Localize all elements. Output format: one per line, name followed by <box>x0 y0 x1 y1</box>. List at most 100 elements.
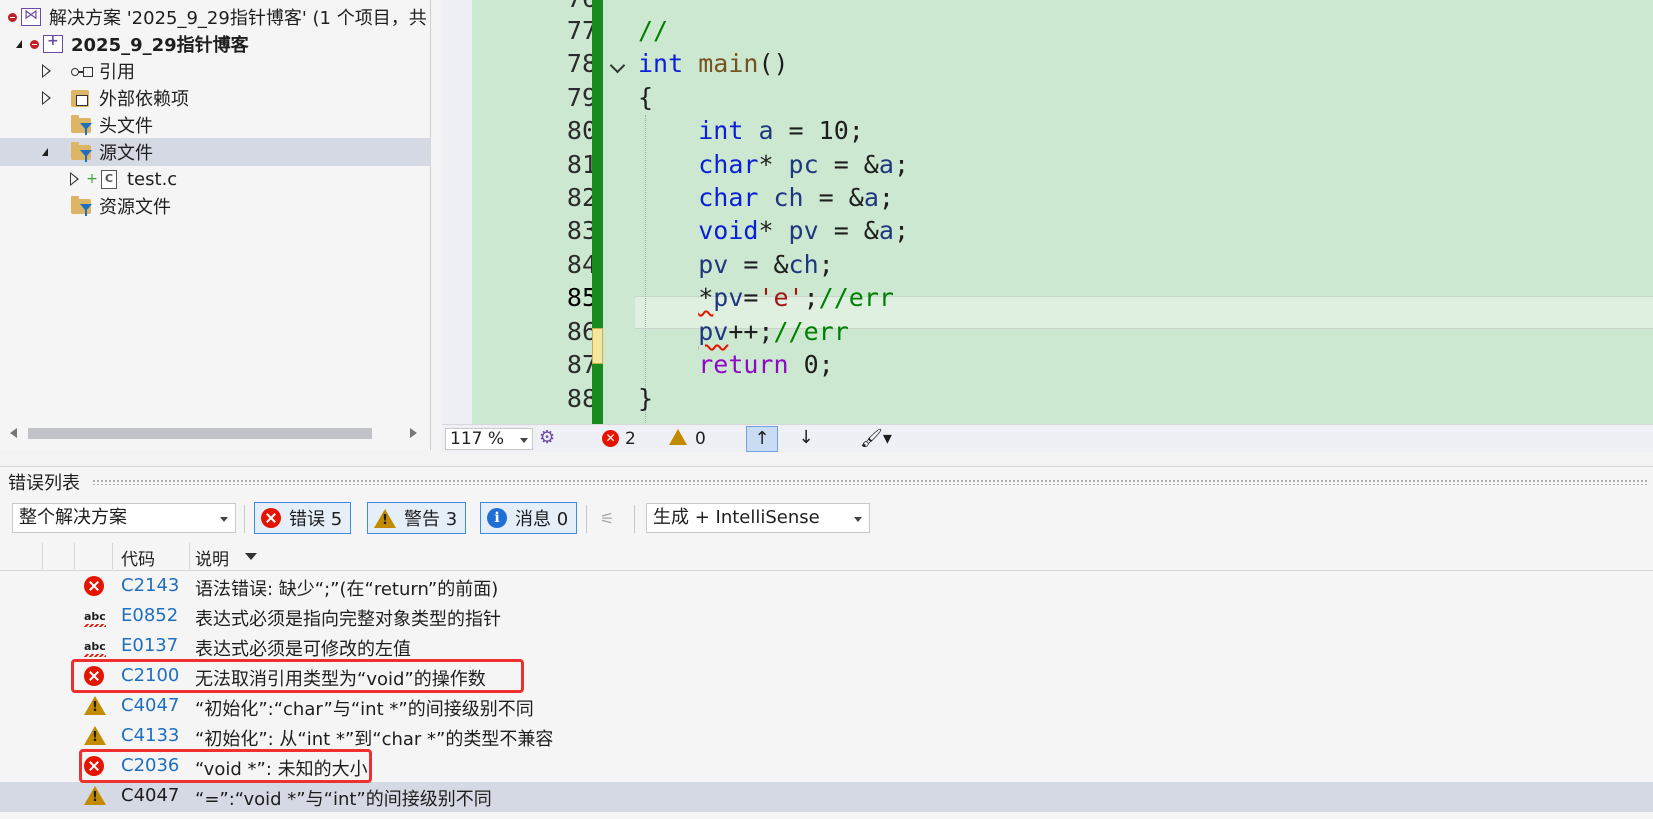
code-line-83[interactable]: void* pv = &a; <box>638 216 909 245</box>
toolbar-separator <box>634 505 635 533</box>
column-separator[interactable] <box>112 543 113 569</box>
code-line-88[interactable]: } <box>638 384 653 413</box>
warning-icon <box>374 508 396 528</box>
error-code[interactable]: C2143 <box>121 575 179 596</box>
messages-filter-button[interactable]: i 消息 0 <box>480 502 578 534</box>
tree-item-references[interactable]: 引用 <box>0 57 431 85</box>
panel-title-grip[interactable] <box>92 479 1647 485</box>
project-icon <box>43 33 65 54</box>
unsaved-change-marker <box>592 328 603 364</box>
scope-dropdown[interactable]: 整个解决方案 <box>12 503 236 533</box>
error-squiggle: pv <box>698 317 729 346</box>
tree-item-header-files[interactable]: 头文件 <box>0 111 431 139</box>
code-cleanup-icon[interactable]: 🖌▾ <box>860 428 892 449</box>
scrollbar-thumb[interactable] <box>28 428 372 439</box>
code-line-77[interactable]: // <box>638 16 668 45</box>
code-line-84[interactable]: pv = &ch; <box>638 250 834 279</box>
code-editor[interactable]: 76 77 78 79 80 81 82 83 84 85 86 87 88 /… <box>442 0 1653 424</box>
error-code[interactable]: E0852 <box>121 605 178 626</box>
tree-item-project[interactable]: 2025_9_29指针博客 <box>0 30 431 58</box>
sort-descending-icon[interactable] <box>245 553 257 560</box>
code-line-85[interactable]: *pv='e';//err <box>638 283 894 312</box>
line-number: 86 <box>566 317 597 346</box>
zoom-level-select[interactable]: 117 % <box>445 428 533 450</box>
tree-item-label: 源文件 <box>99 143 153 164</box>
error-row[interactable]: abc E0137 表达式必须是可修改的左值 <box>0 632 1653 662</box>
intellisense-error-icon: abc <box>84 610 106 627</box>
errors-filter-button[interactable]: 错误 5 <box>254 502 352 534</box>
code-line-78[interactable]: int main() <box>638 49 789 78</box>
code-line-81[interactable]: char* pc = &a; <box>638 150 909 179</box>
warnings-filter-label: 警告 3 <box>404 509 458 530</box>
tree-item-external-deps[interactable]: 外部依赖项 <box>0 84 431 112</box>
intellisense-error-icon: abc <box>84 640 106 657</box>
tree-item-resource-files[interactable]: 资源文件 <box>0 192 431 220</box>
tree-item-label: 外部依赖项 <box>99 89 189 110</box>
expanded-arrow-icon[interactable] <box>42 148 48 156</box>
editor-status-bar: 117 % ⚙ ✕ 2 0 ↑ ↓ 🖌▾ <box>442 424 1653 452</box>
filter-folder-icon <box>71 142 93 162</box>
error-code[interactable]: E0137 <box>121 635 178 656</box>
chevron-down-icon <box>520 438 528 443</box>
next-issue-button[interactable]: ↓ <box>790 426 822 452</box>
error-description: 表达式必须是指向完整对象类型的指针 <box>195 609 501 630</box>
error-row[interactable]: C4047 “初始化”:“char”与“int *”的间接级别不同 <box>0 692 1653 722</box>
error-code[interactable]: C4133 <box>121 725 179 746</box>
column-separator[interactable] <box>74 543 75 569</box>
tree-item-source-files[interactable]: 源文件 <box>0 138 431 166</box>
code-line-80[interactable]: int a = 10; <box>638 116 864 145</box>
errors-filter-label: 错误 5 <box>289 509 343 530</box>
error-row-selected[interactable]: C4047 “=”:“void *”与“int”的间接级别不同 <box>0 782 1653 812</box>
build-source-dropdown[interactable]: 生成 + IntelliSense <box>646 503 870 533</box>
column-header-code[interactable]: 代码 <box>121 545 155 570</box>
tree-item-label: test.c <box>127 168 178 190</box>
warning-icon <box>84 786 108 808</box>
tree-item-label: 资源文件 <box>99 197 171 218</box>
code-line-82[interactable]: char ch = &a; <box>638 183 894 212</box>
warning-count[interactable]: 0 <box>695 429 706 449</box>
line-number: 88 <box>566 384 597 413</box>
references-icon <box>71 61 93 81</box>
scroll-left-icon[interactable] <box>10 428 17 438</box>
code-line-87[interactable]: return 0; <box>638 350 833 379</box>
warning-icon[interactable] <box>669 429 687 445</box>
column-separator[interactable] <box>42 543 43 569</box>
fold-chevron-icon[interactable] <box>606 58 628 80</box>
error-icon <box>261 508 281 528</box>
column-header-description[interactable]: 说明 <box>195 545 229 570</box>
error-squiggle: * <box>698 283 714 312</box>
line-number: 83 <box>566 216 597 245</box>
chevron-down-icon <box>854 517 862 522</box>
error-count[interactable]: 2 <box>625 429 636 449</box>
expanded-arrow-icon[interactable] <box>16 40 22 48</box>
line-number: 79 <box>566 83 597 112</box>
column-separator[interactable] <box>189 543 190 569</box>
tree-item-test-c[interactable]: + C test.c <box>0 165 431 193</box>
info-icon: i <box>487 508 507 528</box>
tree-item-label: 解决方案 '2025_9_29指针博客' (1 个项目，共 <box>49 8 427 29</box>
error-icon[interactable]: ✕ <box>602 430 619 447</box>
panel-title: 错误列表 <box>8 473 80 494</box>
error-code[interactable]: C4047 <box>121 785 179 806</box>
collapsed-arrow-icon[interactable] <box>42 64 51 78</box>
previous-issue-button[interactable]: ↑ <box>746 426 778 452</box>
warnings-filter-button[interactable]: 警告 3 <box>367 502 467 534</box>
error-row[interactable]: abc E0852 表达式必须是指向完整对象类型的指针 <box>0 602 1653 632</box>
collapsed-arrow-icon[interactable] <box>42 91 51 105</box>
error-code[interactable]: C4047 <box>121 695 179 716</box>
code-line-79[interactable]: { <box>638 83 653 112</box>
collapsed-arrow-icon[interactable] <box>70 172 79 186</box>
intellicode-icon[interactable]: ⚙ <box>539 427 555 448</box>
line-number: 80 <box>566 116 597 145</box>
solution-icon <box>21 7 43 27</box>
explorer-horizontal-scrollbar[interactable] <box>0 422 431 444</box>
line-number: 82 <box>566 183 597 212</box>
line-number-current: 85 <box>566 283 597 312</box>
tree-item-solution[interactable]: 解决方案 '2025_9_29指针博客' (1 个项目，共 <box>0 3 431 31</box>
error-row[interactable]: C4133 “初始化”: 从“int *”到“char *”的类型不兼容 <box>0 722 1653 752</box>
code-line-86[interactable]: pv++;//err <box>638 317 849 346</box>
build-source-value: 生成 + IntelliSense <box>653 507 820 528</box>
error-row[interactable]: C2143 语法错误: 缺少“;”(在“return”的前面) <box>0 572 1653 602</box>
clear-filter-icon[interactable]: ⚟ <box>600 509 614 528</box>
scroll-right-icon[interactable] <box>410 428 417 438</box>
